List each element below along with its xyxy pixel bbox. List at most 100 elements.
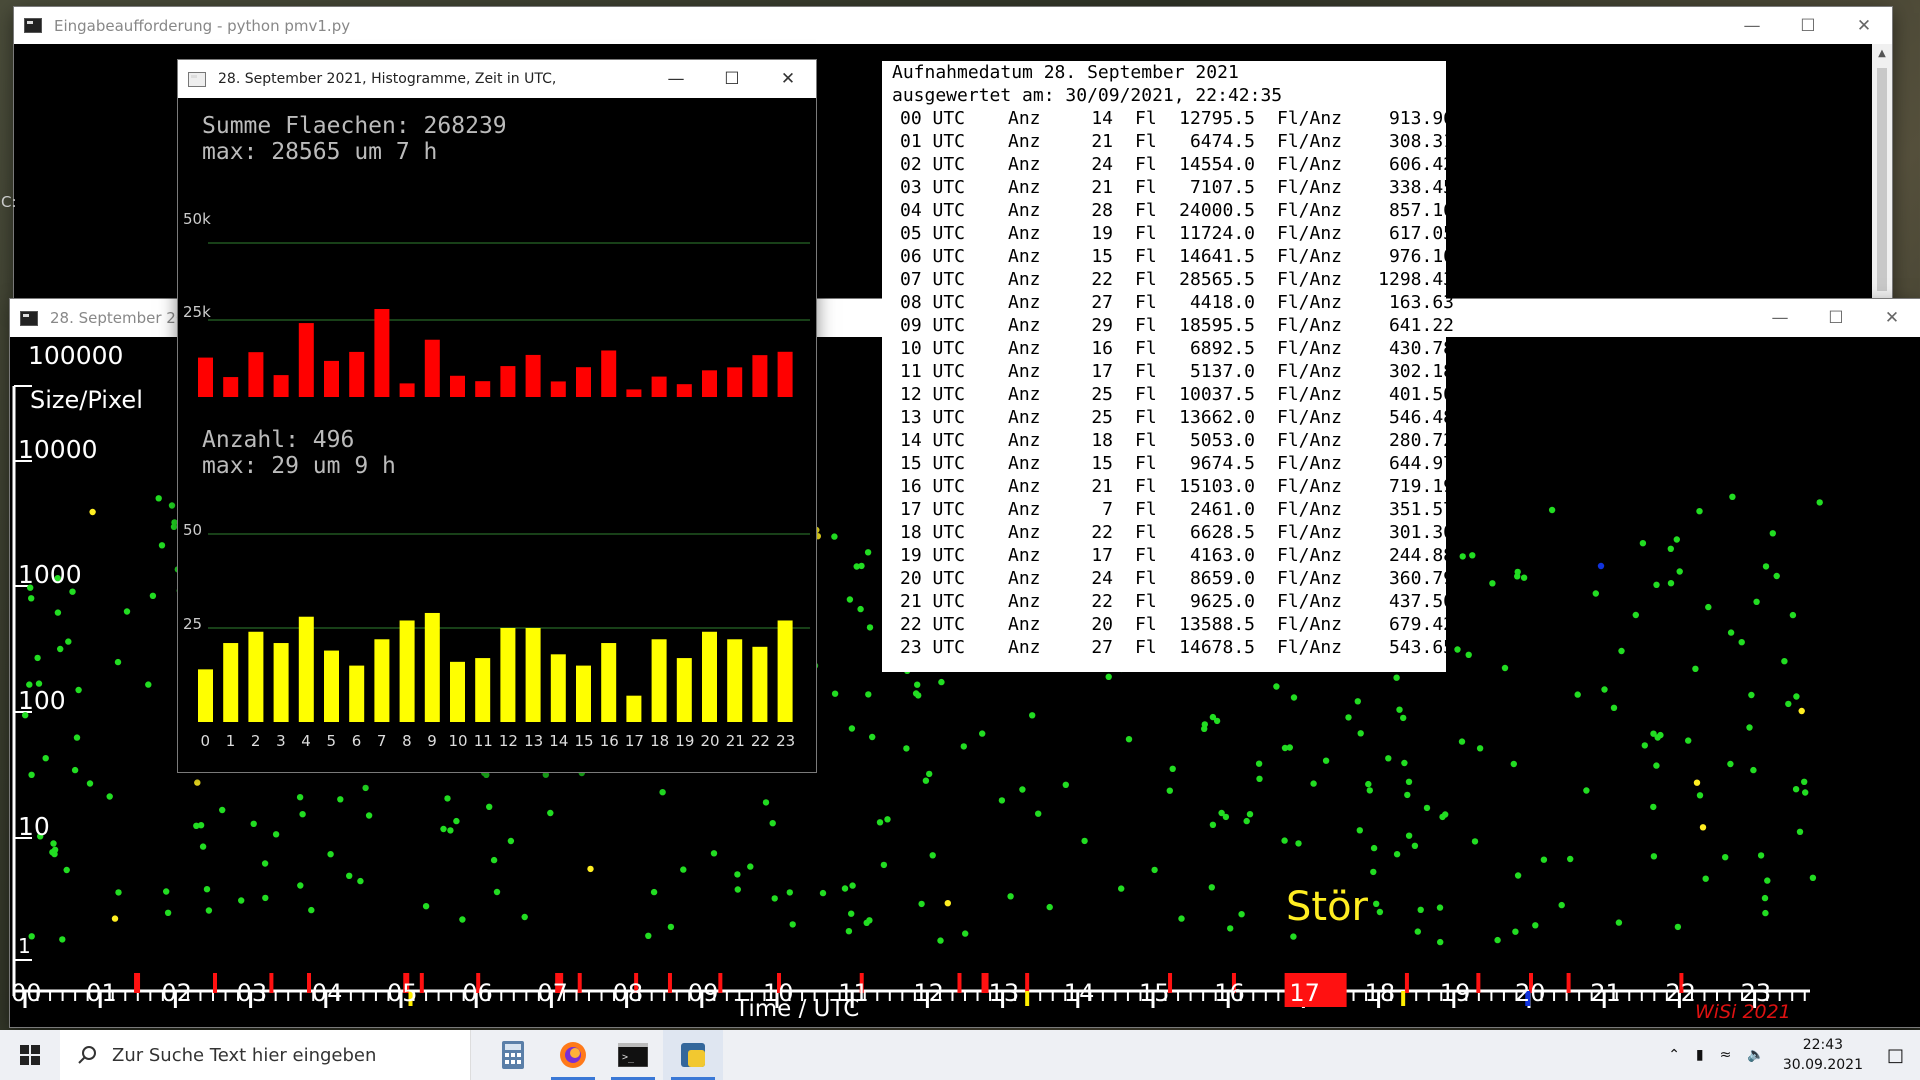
scatter-point xyxy=(1322,757,1330,764)
stats-cell-anz: 21 xyxy=(1091,131,1113,152)
stats-cell-anz: 22 xyxy=(1091,522,1113,543)
stats-cell-fl: 28565.5 xyxy=(1179,269,1255,290)
stats-cell-h: 14 UTC xyxy=(900,430,966,451)
scatter-point xyxy=(1105,673,1112,680)
scatter-point xyxy=(1035,810,1042,817)
volume-icon[interactable]: 🔈 xyxy=(1747,1047,1764,1063)
x-tick-16: 16 xyxy=(1214,979,1245,1007)
scatter-point xyxy=(1773,572,1780,580)
scatter-point xyxy=(1798,707,1805,715)
scatter-point xyxy=(1458,738,1466,745)
scatter-point xyxy=(1692,665,1699,672)
stats-cell-anz: 16 xyxy=(1091,338,1113,359)
scatter-point xyxy=(1436,904,1444,911)
close-button[interactable]: ✕ xyxy=(1836,7,1892,44)
scatter-point xyxy=(831,533,838,540)
area-bar-23 xyxy=(777,351,793,397)
scatter-point xyxy=(111,915,119,922)
histogram-window[interactable]: 28. September 2021, Histogramme, Zeit in… xyxy=(178,60,816,772)
stats-cell-ratio-label: Fl/Anz xyxy=(1277,108,1343,129)
taskbar-calculator[interactable] xyxy=(483,1030,543,1080)
scatter-point xyxy=(1597,562,1605,570)
taskbar-firefox[interactable] xyxy=(543,1030,603,1080)
maximize-button[interactable]: ☐ xyxy=(1808,300,1864,337)
stats-cell-anz-label: Anz xyxy=(1008,591,1041,612)
scatter-point xyxy=(831,690,839,697)
battery-icon[interactable]: ▮ xyxy=(1696,1047,1704,1063)
stats-cell-fl: 10037.5 xyxy=(1179,384,1255,405)
scatter-point xyxy=(1356,827,1364,834)
scatter-point xyxy=(944,900,951,907)
taskbar-command-prompt[interactable]: >_ xyxy=(603,1030,663,1080)
scatter-point xyxy=(880,861,888,869)
hour-label-5: 5 xyxy=(326,732,337,750)
scatter-point xyxy=(926,770,933,778)
stats-row-15: 15 UTC Anz 15 Fl 9674.5 Fl/Anz 644.97 xyxy=(900,453,1454,476)
stats-cell-anz: 29 xyxy=(1091,315,1113,336)
stats-cell-h: 05 UTC xyxy=(900,223,966,244)
stats-cell-anz: 24 xyxy=(1091,568,1113,589)
area-bar-17 xyxy=(626,389,642,397)
scatter-point xyxy=(1520,574,1528,581)
scatter-point xyxy=(1209,821,1217,828)
scatter-point xyxy=(769,820,776,827)
scatter-point xyxy=(1705,603,1712,611)
scatter-point xyxy=(1540,856,1548,863)
stats-cell-ratio-label: Fl/Anz xyxy=(1277,131,1343,152)
scatter-point xyxy=(483,771,490,778)
scatter-point xyxy=(1373,900,1380,907)
minimize-button[interactable]: — xyxy=(1752,300,1808,337)
stats-cell-anz-label: Anz xyxy=(1008,338,1041,359)
area-bar-6 xyxy=(349,351,365,397)
terminal-icon: >_ xyxy=(618,1043,648,1067)
count-bar-5 xyxy=(324,650,339,722)
area-bar-12 xyxy=(500,366,516,397)
scroll-thumb[interactable] xyxy=(1877,68,1887,291)
event-marker xyxy=(213,973,217,993)
stats-cell-fl-label: Fl xyxy=(1135,269,1157,290)
scroll-up-icon[interactable]: ▲ xyxy=(1872,48,1892,59)
stats-cell-ratio-label: Fl/Anz xyxy=(1277,361,1343,382)
stats-cell-anz: 28 xyxy=(1091,200,1113,221)
stats-cell-ratio: 719.19 xyxy=(1388,476,1454,497)
minimize-button[interactable]: — xyxy=(1724,7,1780,44)
scatter-point xyxy=(1290,694,1298,701)
close-button[interactable]: ✕ xyxy=(1864,300,1920,337)
stats-cell-anz: 19 xyxy=(1091,223,1113,244)
event-marker xyxy=(667,973,672,993)
console-titlebar[interactable]: Eingabeaufforderung - python pmv1.py — ☐… xyxy=(14,7,1892,44)
notification-icon[interactable]: □ xyxy=(1887,1045,1904,1066)
area-bar-9 xyxy=(424,339,440,397)
stats-row-17: 17 UTC Anz 7 Fl 2461.0 Fl/Anz 351.57 xyxy=(900,499,1454,522)
scatter-point xyxy=(846,596,854,603)
stats-cell-h: 23 UTC xyxy=(900,637,966,658)
maximize-button[interactable]: ☐ xyxy=(1780,7,1836,44)
scatter-point xyxy=(1753,598,1760,605)
y-tick-100: 100 xyxy=(18,686,66,715)
taskbar-python[interactable] xyxy=(663,1030,723,1080)
chevron-up-icon[interactable]: ⌃ xyxy=(1668,1047,1680,1063)
scatter-point xyxy=(1393,851,1401,858)
scatter-point xyxy=(849,882,856,889)
scatter-point xyxy=(357,877,364,885)
clock[interactable]: 22:43 30.09.2021 xyxy=(1783,1035,1863,1075)
stats-cell-h: 13 UTC xyxy=(900,407,966,428)
wifi-icon[interactable]: ≈ xyxy=(1720,1047,1732,1063)
stats-cell-ratio-label: Fl/Anz xyxy=(1277,522,1343,543)
scatter-point xyxy=(864,549,872,556)
stats-cell-fl: 6628.5 xyxy=(1189,522,1255,543)
event-marker xyxy=(577,973,582,993)
scatter-point xyxy=(1727,629,1735,636)
stats-cell-anz-label: Anz xyxy=(1008,522,1041,543)
scatter-point xyxy=(106,793,113,800)
stats-cell-fl: 2461.0 xyxy=(1189,499,1255,520)
scatter-point xyxy=(1574,691,1581,698)
start-button[interactable] xyxy=(0,1030,60,1080)
console-scrollbar[interactable]: ▲ xyxy=(1872,44,1892,301)
taskbar-search-box[interactable]: Zur Suche Text hier eingeben xyxy=(60,1030,471,1080)
stats-cell-fl: 8659.0 xyxy=(1189,568,1255,589)
scatter-point xyxy=(327,851,334,858)
stats-cell-anz: 25 xyxy=(1091,407,1113,428)
scatter-point xyxy=(1676,568,1683,575)
x-tick-18: 18 xyxy=(1364,979,1396,1007)
